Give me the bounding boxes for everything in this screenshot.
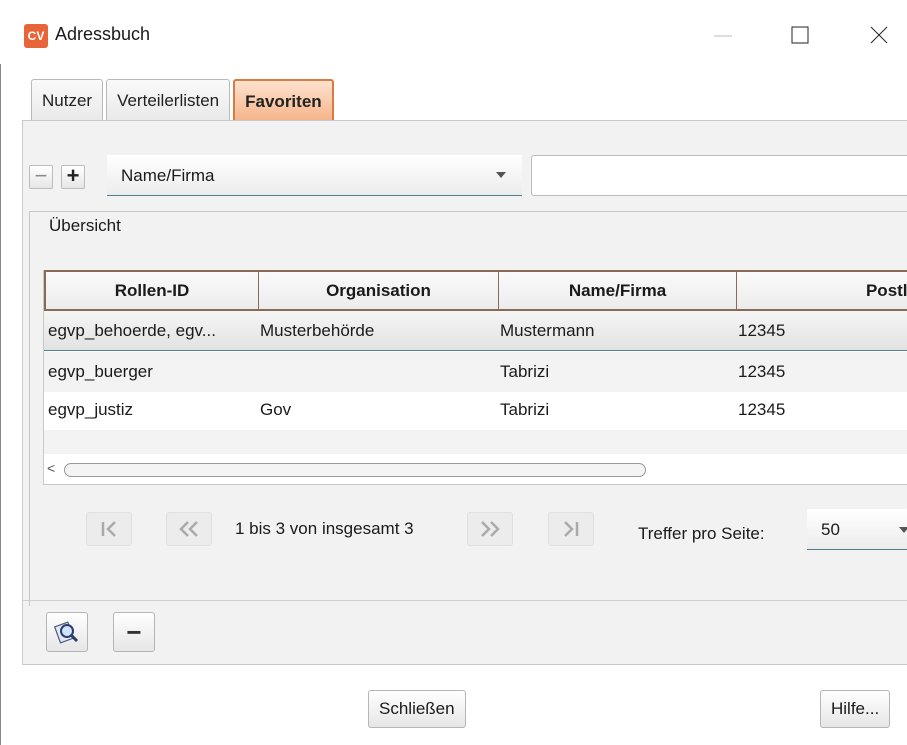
next-page-button[interactable]: [467, 512, 513, 546]
tab-verteilerlisten[interactable]: Verteilerlisten: [106, 79, 231, 121]
per-page-value: 50: [821, 520, 840, 539]
column-header-rollen-id[interactable]: Rollen-ID: [46, 272, 259, 309]
first-page-icon: [101, 521, 116, 537]
app-logo-icon: CV: [24, 24, 48, 48]
cell-postleitzahl: 12345: [738, 362, 786, 381]
first-page-button[interactable]: [86, 512, 132, 546]
scroll-left-arrow-icon[interactable]: <: [47, 460, 55, 476]
double-chevron-right-icon: [481, 521, 500, 537]
divider: [22, 600, 907, 601]
chevron-down-icon: [899, 527, 907, 533]
tab-bar: Nutzer Verteilerlisten Favoriten: [31, 79, 334, 121]
cell-postleitzahl: 12345: [738, 400, 786, 419]
favorites-table: Rollen-ID Organisation Name/Firma Postle…: [43, 270, 907, 485]
cell-organisation: Musterbehörde: [260, 321, 375, 340]
window-title: Adressbuch: [55, 24, 151, 44]
chevron-down-icon: [496, 172, 506, 178]
cell-rollen-id: egvp_behoerde, egv...: [48, 321, 216, 340]
cell-rollen-id: egvp_justiz: [48, 400, 134, 419]
filter-value-input[interactable]: [531, 155, 907, 196]
column-header-postleitzahl[interactable]: Postle: [737, 272, 907, 309]
cell-name-firma: Tabrizi: [500, 400, 550, 419]
magnifier-card-icon: [53, 621, 79, 644]
remove-filter-button[interactable]: −: [29, 165, 53, 189]
cell-rollen-id: egvp_buerger: [48, 362, 153, 381]
last-page-icon: [564, 521, 579, 537]
cell-name-firma: Mustermann: [500, 321, 595, 340]
minimize-icon: [714, 35, 732, 37]
maximize-icon: [791, 26, 809, 44]
double-chevron-left-icon: [179, 521, 198, 537]
column-header-organisation[interactable]: Organisation: [259, 272, 499, 309]
maximize-button[interactable]: [781, 18, 817, 54]
table-row[interactable]: egvp_behoerde, egv... Musterbehörde Must…: [44, 311, 907, 351]
table-row[interactable]: egvp_justiz Gov Tabrizi 12345: [44, 390, 907, 430]
last-page-button[interactable]: [548, 512, 594, 546]
cell-organisation: Gov: [260, 400, 292, 419]
remove-favorite-button[interactable]: −: [113, 612, 155, 652]
minimize-button[interactable]: [705, 18, 741, 54]
per-page-select[interactable]: 50: [807, 509, 907, 550]
close-window-button[interactable]: [861, 18, 897, 54]
tab-favoriten[interactable]: Favoriten: [233, 79, 334, 121]
help-button[interactable]: Hilfe...: [820, 690, 891, 728]
close-icon: [870, 26, 888, 44]
column-header-name-firma[interactable]: Name/Firma: [499, 272, 737, 309]
per-page-label: Treffer pro Seite:: [638, 524, 765, 543]
table-row[interactable]: egvp_buerger Tabrizi 12345: [44, 352, 907, 392]
horizontal-scrollbar-thumb[interactable]: [64, 463, 646, 477]
cell-postleitzahl: 12345: [738, 321, 786, 340]
close-button[interactable]: Schließen: [368, 690, 466, 728]
previous-page-button[interactable]: [166, 512, 212, 546]
add-filter-button[interactable]: +: [61, 165, 85, 189]
table-header: Rollen-ID Organisation Name/Firma Postle: [44, 270, 907, 311]
cell-name-firma: Tabrizi: [500, 362, 550, 381]
filter-field-select[interactable]: Name/Firma: [107, 155, 522, 196]
pagination-info: 1 bis 3 von insgesamt 3: [235, 519, 414, 538]
details-button[interactable]: [46, 612, 88, 652]
tab-nutzer[interactable]: Nutzer: [31, 79, 104, 121]
overview-label: Übersicht: [43, 216, 127, 236]
filter-field-value: Name/Firma: [121, 166, 215, 185]
table-row-empty: [44, 430, 907, 454]
title-bar: CV Adressbuch: [0, 0, 907, 64]
